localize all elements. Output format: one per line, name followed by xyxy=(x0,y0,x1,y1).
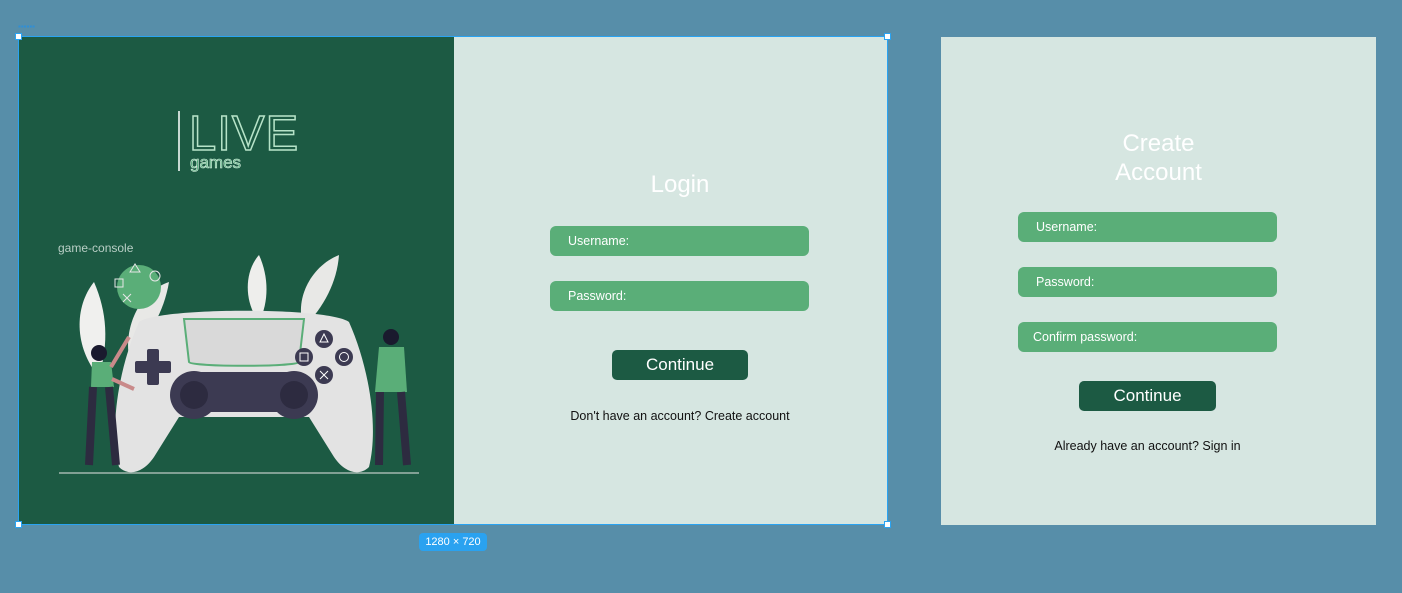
create-password-field[interactable]: Password: xyxy=(1018,267,1277,297)
resize-handle-top-left[interactable] xyxy=(15,33,22,40)
resize-handle-bottom-right[interactable] xyxy=(884,521,891,528)
create-continue-button[interactable]: Continue xyxy=(1079,381,1216,411)
frame-size-badge: 1280 × 720 xyxy=(419,533,487,551)
frame-selection xyxy=(15,33,891,528)
create-title-line1: Create xyxy=(1122,130,1195,157)
frame-tag: ▪▪▪▪▪▪ xyxy=(18,22,36,31)
create-account-title: Create Account xyxy=(1071,129,1246,187)
create-title-line2: Account xyxy=(1115,159,1202,186)
create-username-field[interactable]: Username: xyxy=(1018,212,1277,242)
create-account-panel: Create Account Username: Password: Confi… xyxy=(941,37,1376,525)
resize-handle-bottom-left[interactable] xyxy=(15,521,22,528)
resize-handle-top-right[interactable] xyxy=(884,33,891,40)
sign-in-link[interactable]: Already have an account? Sign in xyxy=(941,439,1354,453)
create-confirm-password-field[interactable]: Confirm password: xyxy=(1018,322,1277,352)
